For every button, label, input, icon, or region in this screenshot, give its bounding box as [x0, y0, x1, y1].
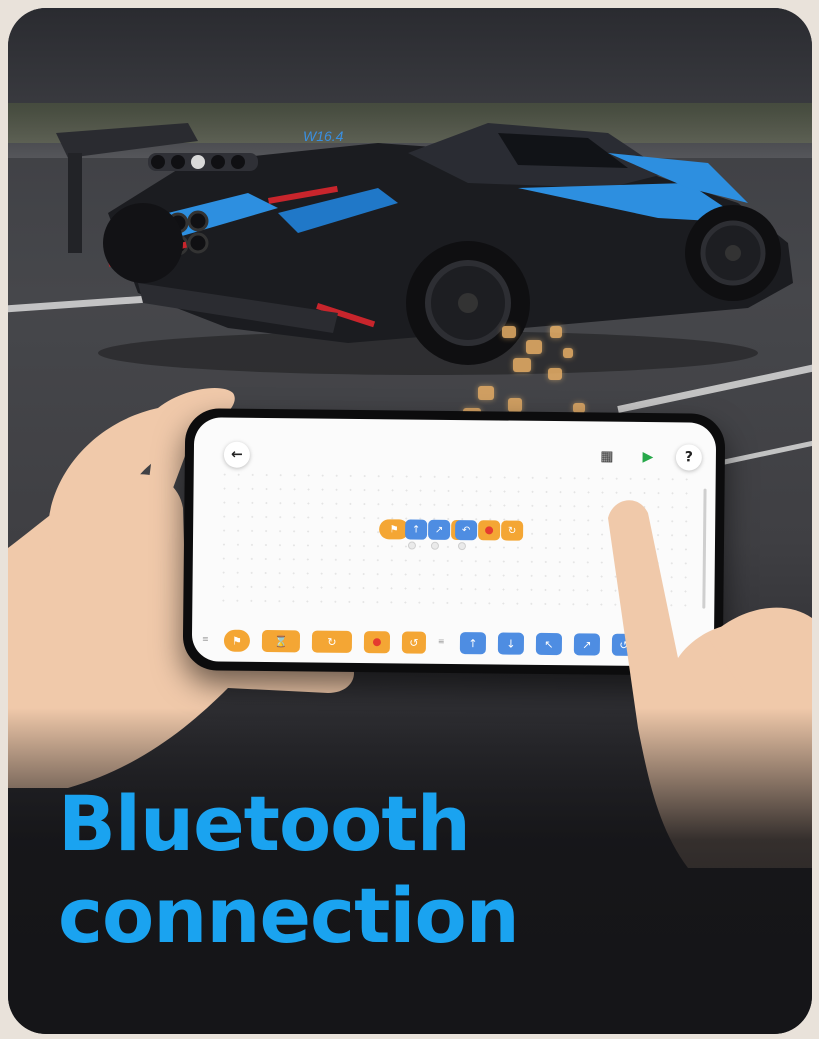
play-icon: ▶: [642, 448, 654, 466]
program-block-repeat[interactable]: ↻: [501, 520, 524, 541]
stop-icon: [485, 526, 494, 535]
arrow-up-icon: ↑: [411, 524, 421, 536]
palette-block-repeat[interactable]: ↻: [311, 630, 353, 653]
product-image-frame: W16.4 ← ▦ ▶ ? ⚑ ↑ ↗ ↶ ↻ ≡ ⚑ ⌛ ↻ ↺ ≡ ↑ ↓ …: [8, 8, 812, 1034]
repeat-icon: ↻: [507, 525, 517, 537]
repeat-icon: ↻: [327, 635, 337, 649]
program-block-turn-back[interactable]: ↶: [455, 520, 478, 541]
turn-icon: ↗: [434, 524, 444, 536]
wait-icon: ⌛: [274, 634, 288, 648]
arrow-down-icon: ↓: [506, 637, 516, 651]
toy-race-car: W16.4: [56, 123, 793, 375]
palette-block-turn-left[interactable]: ↖: [535, 632, 563, 656]
block-palette: ≡ ⚑ ⌛ ↻ ↺ ≡ ↑ ↓ ↖ ↗ ↺: [194, 417, 716, 656]
help-button[interactable]: ?: [675, 444, 703, 471]
flag-icon: ⚑: [231, 634, 242, 648]
car-badge-text: W16.4: [303, 128, 344, 144]
help-label: ?: [684, 449, 694, 466]
palette-block-wait[interactable]: ⌛: [261, 629, 301, 653]
palette-block-stop[interactable]: [363, 631, 391, 654]
flag-icon: ⚑: [389, 523, 399, 535]
loop-icon: ↺: [409, 636, 419, 650]
stop-icon: [372, 638, 381, 647]
program-block-turn[interactable]: ↗: [428, 519, 451, 540]
turn-back-icon: ↶: [461, 524, 471, 536]
arrow-left-icon: ←: [230, 446, 243, 463]
save-icon: ▦: [600, 448, 614, 465]
palette-block-start[interactable]: ⚑: [223, 629, 251, 652]
program-block-stop[interactable]: [478, 520, 501, 541]
back-button[interactable]: ←: [223, 441, 251, 468]
program-block-forward[interactable]: ↑: [405, 519, 428, 540]
headline-line-2: connection: [58, 871, 520, 960]
palette-block-loop[interactable]: ↺: [401, 631, 427, 654]
run-button[interactable]: ▶: [635, 444, 661, 470]
turn-left-icon: ↖: [544, 637, 554, 651]
arrow-up-icon: ↑: [468, 636, 478, 650]
headline: Bluetooth connection: [58, 778, 520, 962]
save-button[interactable]: ▦: [594, 443, 620, 469]
palette-block-forward[interactable]: ↑: [459, 632, 487, 655]
headline-line-1: Bluetooth: [58, 779, 471, 868]
palette-block-backward[interactable]: ↓: [497, 632, 525, 655]
program-script[interactable]: ⚑ ↑ ↗ ↶ ↻: [194, 417, 716, 551]
